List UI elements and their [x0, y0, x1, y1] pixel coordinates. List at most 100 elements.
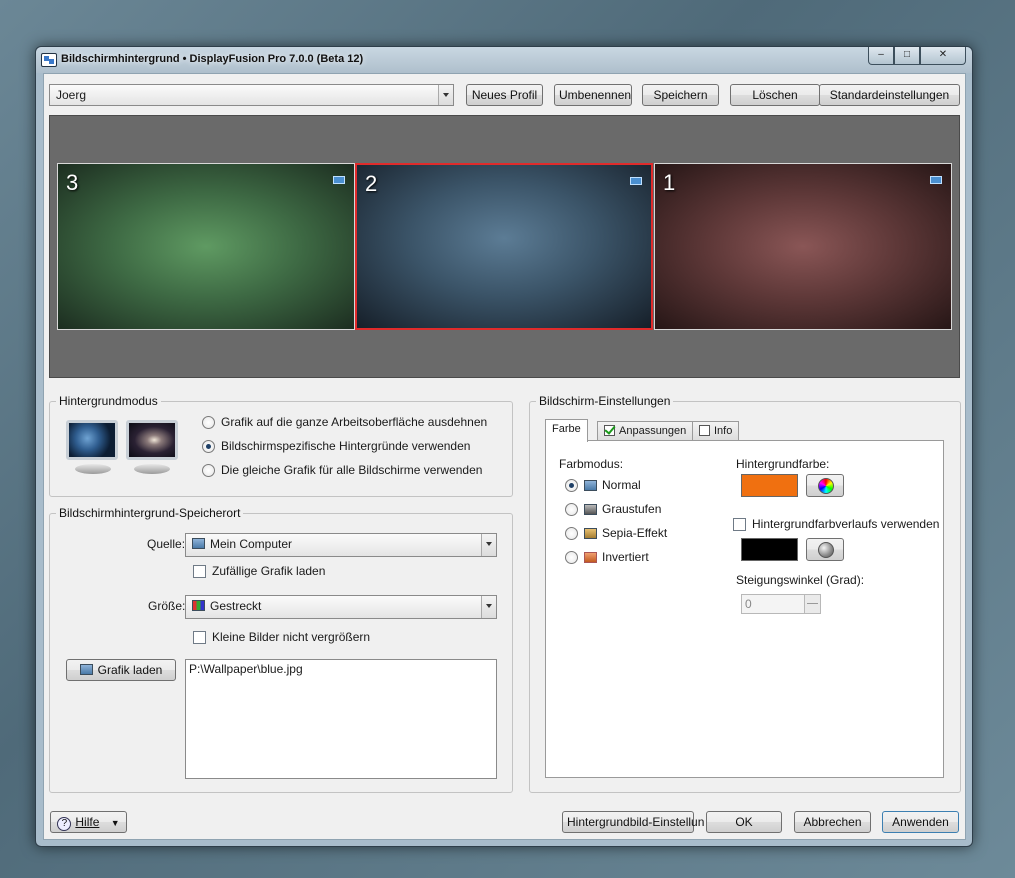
bg-color-picker-button[interactable]	[806, 474, 844, 497]
monitor-number: 3	[66, 170, 79, 195]
monitor-preview: 3 2 1	[49, 115, 960, 378]
angle-spinbox[interactable]: 0	[741, 594, 821, 614]
color-mode-label: Farbmodus:	[559, 457, 624, 471]
gradient-checkbox-row[interactable]: Hintergrundfarbverlaufs verwenden	[733, 517, 939, 531]
computer-image-icon	[192, 538, 205, 549]
random-image-checkbox-row[interactable]: Zufällige Grafik laden	[193, 564, 325, 578]
monitor-stand	[75, 464, 111, 474]
monitor-3[interactable]: 3	[57, 163, 355, 330]
window-title: Bildschirmhintergrund • DisplayFusion Pr…	[61, 53, 364, 65]
checkbox[interactable]	[193, 630, 206, 644]
help-label: Hilfe	[75, 815, 100, 829]
sepia-image-icon	[584, 527, 597, 539]
radio-button[interactable]	[202, 415, 215, 429]
chevron-down-icon[interactable]	[438, 85, 453, 105]
background-mode-label: Hintergrundmodus	[56, 394, 161, 408]
radio-button[interactable]	[202, 463, 215, 477]
ok-button[interactable]: OK	[706, 811, 782, 833]
info-square-icon	[699, 425, 710, 436]
profile-value: Joerg	[56, 88, 87, 102]
checkbox-label: Zufällige Grafik laden	[212, 564, 326, 578]
monitor-settings-label: Bildschirm-Einstellungen	[536, 394, 674, 408]
source-dropdown[interactable]: Mein Computer	[185, 533, 497, 557]
chevron-down-icon[interactable]	[481, 534, 496, 556]
dialog-client-area: Joerg Neues Profil Umbenennen Speichern …	[43, 73, 966, 840]
radio-label: Graustufen	[602, 502, 662, 516]
size-dropdown[interactable]: Gestreckt	[185, 595, 497, 619]
stretch-icon	[192, 600, 205, 611]
bg-color-swatch[interactable]	[741, 474, 798, 497]
color-mode-grayscale[interactable]: Graustufen	[565, 502, 661, 516]
monitor-badge-icon	[630, 177, 642, 185]
monitors-illustration	[66, 416, 181, 480]
tab-info[interactable]: Info	[692, 421, 740, 441]
image-icon	[79, 664, 93, 675]
angle-value: 0	[745, 597, 752, 611]
gradient-color-swatch[interactable]	[741, 538, 798, 561]
load-image-button[interactable]: Grafik laden	[66, 659, 176, 681]
profile-dropdown[interactable]: Joerg	[49, 84, 454, 299]
minimize-button[interactable]: –	[868, 47, 894, 65]
radio-button[interactable]	[202, 439, 215, 453]
tab-anpassungen[interactable]: Anpassungen	[597, 421, 694, 441]
color-mode-sepia[interactable]: Sepia-Effekt	[565, 526, 667, 540]
size-value: Gestreckt	[210, 599, 262, 613]
gradient-color-picker-button[interactable]	[806, 538, 844, 561]
save-profile-button[interactable]: Speichern	[642, 84, 719, 106]
inverted-image-icon	[584, 551, 597, 563]
mode-option-per-monitor[interactable]: Bildschirmspezifische Hintergründe verwe…	[202, 439, 470, 453]
radio-label: Sepia-Effekt	[602, 526, 668, 540]
tab-label: Anpassungen	[619, 425, 687, 437]
chevron-down-icon[interactable]	[481, 596, 496, 618]
delete-profile-button[interactable]: Löschen	[730, 84, 820, 106]
new-profile-button[interactable]: Neues Profil	[466, 84, 543, 106]
bg-color-label: Hintergrundfarbe:	[736, 457, 830, 471]
radio-button[interactable]	[565, 502, 578, 516]
radio-label: Die gleiche Grafik für alle Bildschirme …	[221, 463, 483, 477]
normal-image-icon	[584, 479, 597, 491]
radio-button[interactable]	[565, 478, 578, 492]
angle-label: Steigungswinkel (Grad):	[736, 573, 865, 587]
checkbox[interactable]	[193, 564, 206, 578]
tab-farbe[interactable]: Farbe	[545, 419, 588, 442]
title-bar[interactable]: Bildschirmhintergrund • DisplayFusion Pr…	[36, 47, 972, 73]
wallpaper-location-label: Bildschirmhintergrund-Speicherort	[56, 506, 244, 520]
help-dropdown-button[interactable]: ? Hilfe ▼	[50, 811, 127, 833]
apply-button[interactable]: Anwenden	[882, 811, 959, 833]
mode-option-same[interactable]: Die gleiche Grafik für alle Bildschirme …	[202, 463, 482, 477]
color-mode-normal[interactable]: Normal	[565, 478, 641, 492]
mode-option-span[interactable]: Grafik auf die ganze Arbeitsoberfläche a…	[202, 415, 487, 429]
spin-buttons[interactable]	[804, 595, 820, 613]
chevron-down-icon: ▼	[110, 818, 120, 828]
monitor-2[interactable]: 2	[355, 163, 653, 330]
rename-profile-button[interactable]: Umbenennen	[554, 84, 632, 106]
tab-label: Info	[714, 425, 733, 437]
checkbox[interactable]	[733, 517, 746, 531]
checkmark-icon	[604, 425, 615, 436]
color-mode-inverted[interactable]: Invertiert	[565, 550, 649, 564]
monitor-badge-icon	[930, 176, 942, 184]
cancel-button[interactable]: Abbrechen	[794, 811, 871, 833]
radio-button[interactable]	[565, 550, 578, 564]
radio-button[interactable]	[565, 526, 578, 540]
wallpaper-settings-button[interactable]: Hintergrundbild-Einstellun	[562, 811, 704, 833]
monitor-badge-icon	[333, 176, 345, 184]
earth-monitor-icon	[66, 420, 118, 460]
radio-label: Invertiert	[602, 550, 649, 564]
radio-label: Grafik auf die ganze Arbeitsoberfläche a…	[221, 415, 488, 429]
image-path-textbox[interactable]: P:\Wallpaper\blue.jpg	[185, 659, 497, 779]
monitor-1[interactable]: 1	[654, 163, 952, 330]
galaxy-monitor-icon	[126, 420, 178, 460]
window-controls: – □ ✕	[868, 47, 966, 65]
size-label: Größe:	[148, 599, 186, 613]
radio-label: Normal	[602, 478, 641, 492]
displayfusion-app-icon	[41, 53, 57, 67]
maximize-button[interactable]: □	[894, 47, 920, 65]
no-enlarge-checkbox-row[interactable]: Kleine Bilder nicht vergrößern	[193, 630, 370, 644]
load-image-label: Grafik laden	[97, 663, 163, 677]
close-button[interactable]: ✕	[920, 47, 966, 65]
help-icon: ?	[57, 817, 72, 831]
displayfusion-window: Bildschirmhintergrund • DisplayFusion Pr…	[35, 46, 973, 847]
defaults-button[interactable]: Standardeinstellungen	[819, 84, 960, 106]
checkbox-label: Hintergrundfarbverlaufs verwenden	[752, 517, 940, 531]
